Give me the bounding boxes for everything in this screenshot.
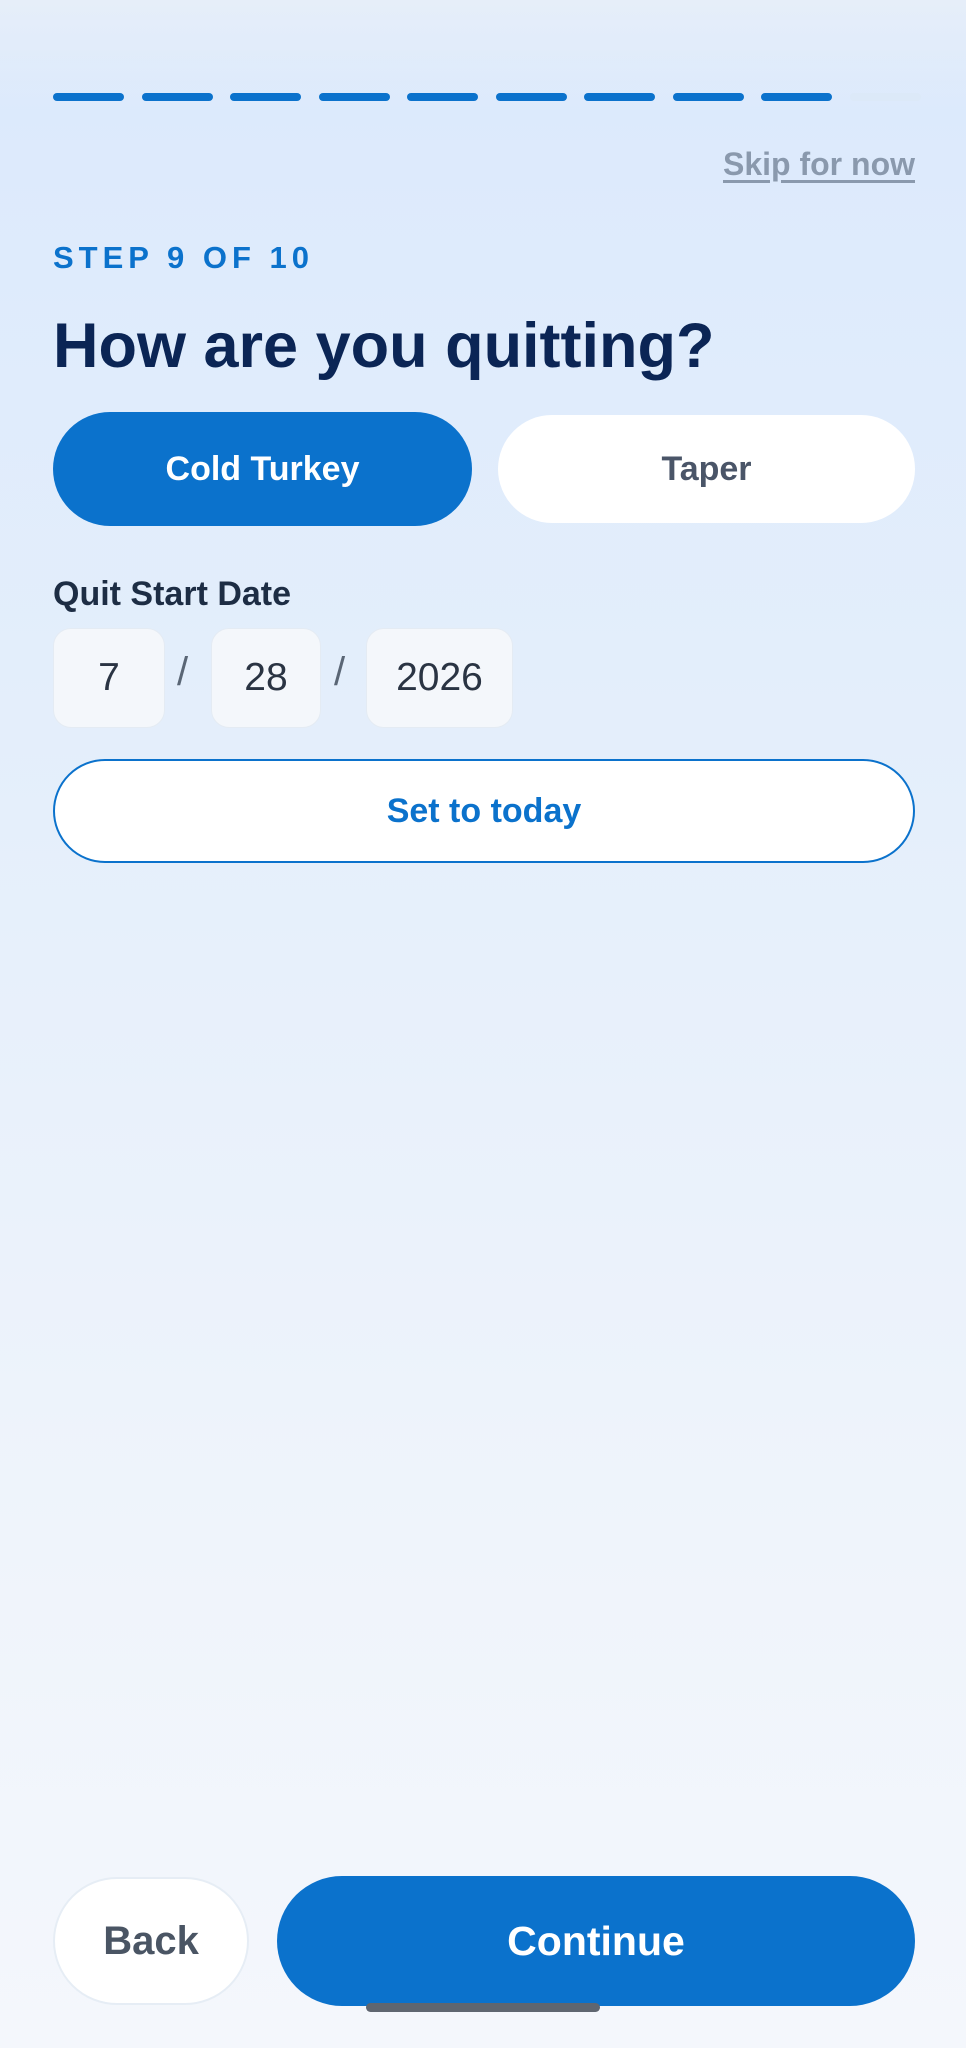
quit-date-inputs: 7 / 28 / 2026 bbox=[53, 628, 553, 728]
set-to-today-button[interactable]: Set to today bbox=[53, 759, 915, 863]
day-input[interactable]: 28 bbox=[211, 628, 321, 728]
progress-segment bbox=[849, 93, 921, 101]
progress-segment bbox=[761, 93, 832, 101]
quit-method-selector: Cold Turkey Taper bbox=[53, 412, 915, 526]
progress-segment bbox=[584, 93, 655, 101]
cold-turkey-option[interactable]: Cold Turkey bbox=[53, 412, 472, 526]
step-indicator: STEP 9 OF 10 bbox=[53, 240, 315, 275]
progress-segment bbox=[407, 93, 478, 101]
page-title: How are you quitting? bbox=[53, 311, 715, 381]
progress-segment bbox=[230, 93, 301, 101]
back-button[interactable]: Back bbox=[53, 1877, 249, 2005]
progress-segment bbox=[495, 93, 567, 101]
continue-button[interactable]: Continue bbox=[277, 1876, 915, 2006]
progress-segment bbox=[672, 93, 744, 101]
progress-segment bbox=[141, 93, 213, 101]
year-input[interactable]: 2026 bbox=[366, 628, 513, 728]
taper-option[interactable]: Taper bbox=[498, 415, 915, 523]
date-separator: / bbox=[177, 650, 189, 694]
progress-segment bbox=[53, 93, 124, 101]
progress-segment bbox=[318, 93, 390, 101]
month-input[interactable]: 7 bbox=[53, 628, 165, 728]
home-indicator bbox=[366, 2003, 600, 2012]
date-separator: / bbox=[334, 650, 346, 694]
quit-start-date-label: Quit Start Date bbox=[53, 575, 292, 613]
skip-for-now-link[interactable]: Skip for now bbox=[723, 146, 915, 183]
progress-bar bbox=[53, 93, 921, 101]
